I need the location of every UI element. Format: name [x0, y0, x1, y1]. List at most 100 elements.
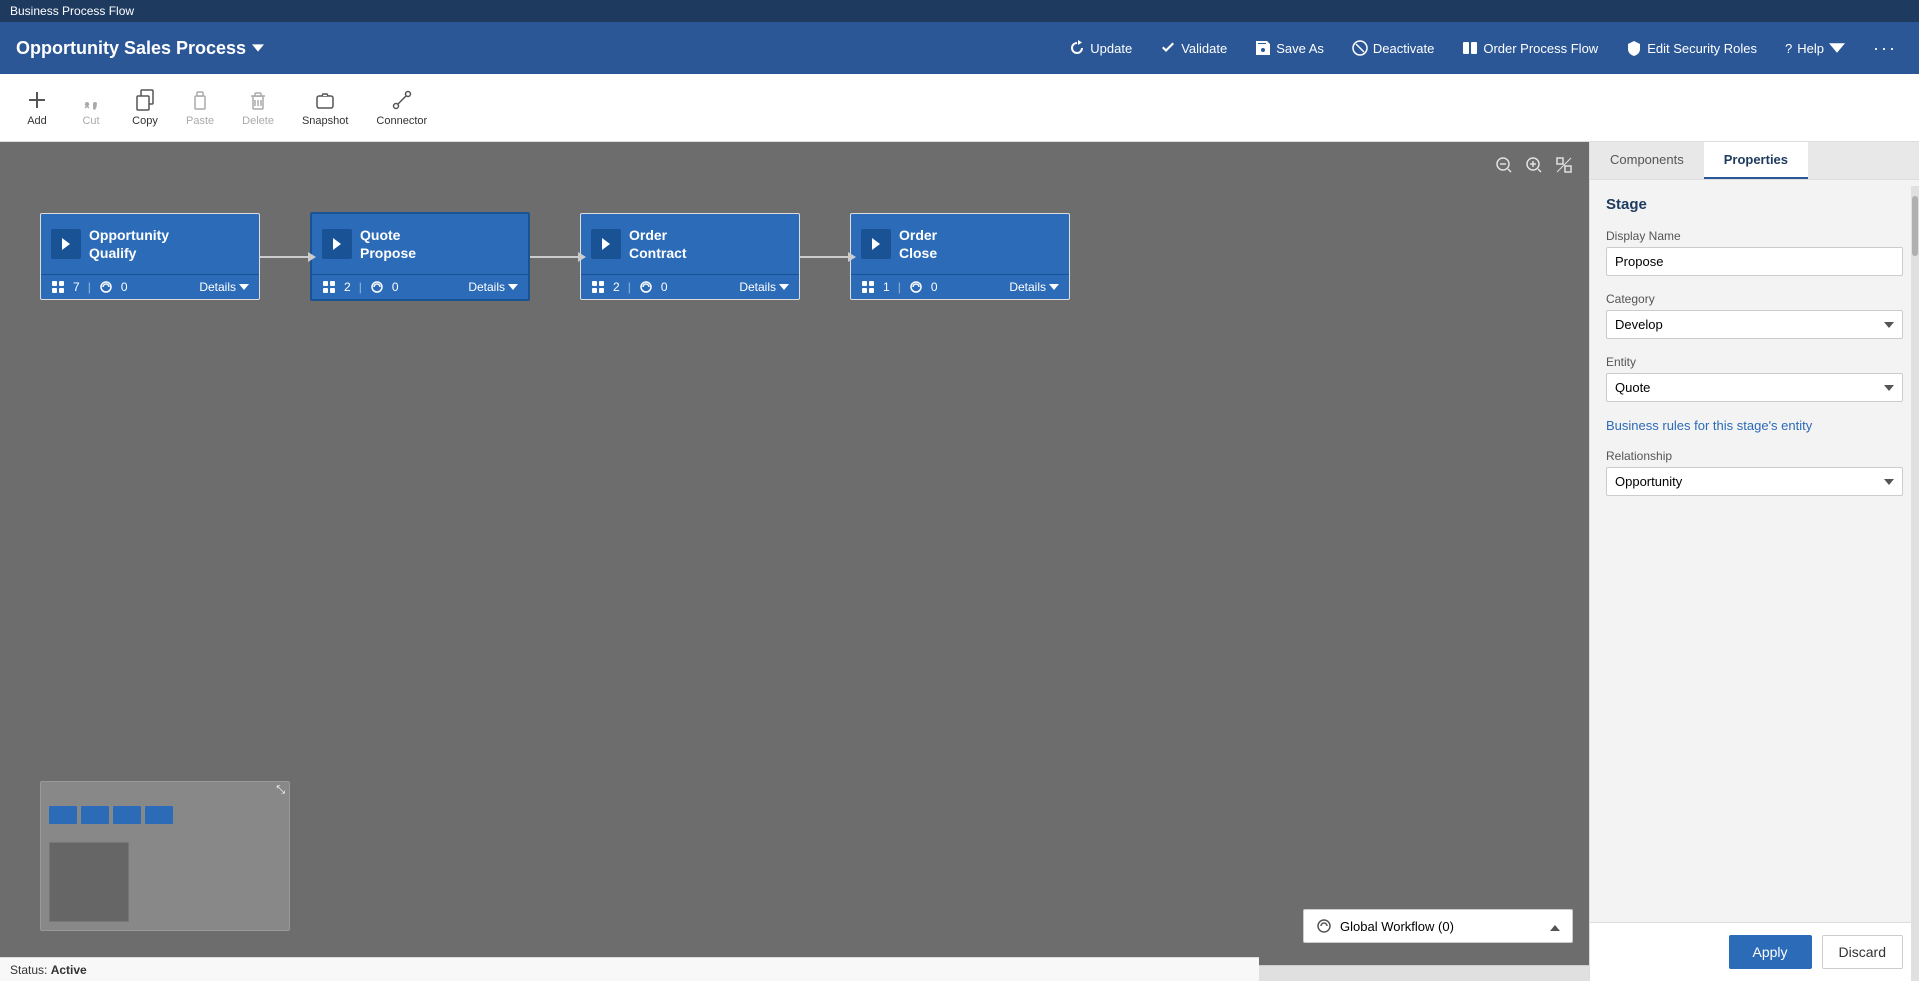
more-button[interactable]: ···: [1867, 34, 1903, 63]
category-select[interactable]: Qualify Develop Propose Close: [1606, 310, 1903, 339]
copy-label: Copy: [132, 115, 158, 127]
stage3-workflows: 0: [661, 280, 668, 294]
mini-stage-4: [145, 806, 173, 824]
display-name-label: Display Name: [1606, 229, 1903, 243]
global-workflow-label: Global Workflow (0): [1340, 919, 1454, 934]
apply-button[interactable]: Apply: [1729, 935, 1812, 969]
panel-tabs: Components Properties: [1590, 142, 1919, 180]
relationship-label: Relationship: [1606, 449, 1903, 463]
fit-view-button[interactable]: [1553, 154, 1575, 179]
canvas-controls: [1493, 154, 1575, 179]
stage-footer-order-contract: 2 | 0 Details: [581, 274, 799, 299]
edit-security-roles-button[interactable]: Edit Security Roles: [1620, 36, 1763, 60]
stage4-details-button[interactable]: Details: [1009, 280, 1059, 294]
stage-quote-propose[interactable]: QuotePropose 2 | 0 Details: [310, 212, 530, 301]
zoom-in-button[interactable]: [1523, 154, 1545, 179]
help-button[interactable]: ? Help: [1779, 36, 1851, 60]
global-workflow-bar[interactable]: Global Workflow (0): [1303, 909, 1573, 943]
stage-footer-opportunity-qualify: 7 | 0 Details: [41, 274, 259, 299]
stage-header-order-contract: OrderContract: [581, 214, 799, 274]
field-relationship: Relationship Opportunity Quote Order: [1606, 449, 1903, 496]
add-button[interactable]: Add: [12, 83, 62, 133]
mini-map-stages: [41, 782, 181, 832]
connector-1-2: [260, 256, 310, 258]
flow-stages: OpportunityQualify 7 | 0 Details: [40, 212, 1070, 301]
stage1-details-button[interactable]: Details: [199, 280, 249, 294]
field-biz-rules: Business rules for this stage's entity: [1606, 418, 1903, 433]
stage1-steps: 7: [73, 280, 80, 294]
stage-order-contract[interactable]: OrderContract 2 | 0 Details: [580, 213, 800, 300]
copy-button[interactable]: Copy: [120, 83, 170, 133]
cut-label: Cut: [82, 115, 99, 127]
mini-stage-1: [49, 806, 77, 824]
snapshot-button[interactable]: Snapshot: [290, 83, 360, 133]
field-category: Category Qualify Develop Propose Close: [1606, 292, 1903, 339]
discard-button[interactable]: Discard: [1822, 935, 1903, 969]
connector-button[interactable]: Connector: [364, 83, 439, 133]
stage-icon-opportunity-qualify: [51, 229, 81, 259]
update-button[interactable]: Update: [1063, 36, 1138, 60]
panel-section-title: Stage: [1606, 196, 1903, 213]
order-process-flow-label: Order Process Flow: [1483, 41, 1598, 56]
stage-footer-quote-propose: 2 | 0 Details: [312, 274, 528, 299]
stage-header-opportunity-qualify: OpportunityQualify: [41, 214, 259, 274]
display-name-input[interactable]: [1606, 247, 1903, 276]
relationship-select[interactable]: Opportunity Quote Order: [1606, 467, 1903, 496]
tab-properties[interactable]: Properties: [1704, 142, 1808, 179]
biz-rules-link[interactable]: Business rules for this stage's entity: [1606, 418, 1812, 433]
stage-icon-order-close: [861, 229, 891, 259]
zoom-out-button[interactable]: [1493, 154, 1515, 179]
stage2-details-button[interactable]: Details: [468, 280, 518, 294]
deactivate-label: Deactivate: [1373, 41, 1434, 56]
validate-button[interactable]: Validate: [1154, 36, 1233, 60]
stage-name-order-contract: OrderContract: [629, 226, 687, 262]
entity-select[interactable]: Opportunity Quote Order Invoice: [1606, 373, 1903, 402]
header: Opportunity Sales Process Update Validat…: [0, 22, 1919, 74]
connector-3-4: [800, 256, 850, 258]
deactivate-button[interactable]: Deactivate: [1346, 36, 1440, 60]
stage-icon-quote-propose: [322, 229, 352, 259]
save-as-button[interactable]: Save As: [1249, 36, 1330, 60]
header-actions: Update Validate Save As Deactivate Order…: [1063, 34, 1903, 63]
validate-label: Validate: [1181, 41, 1227, 56]
cut-button[interactable]: Cut: [66, 83, 116, 133]
delete-button[interactable]: Delete: [230, 83, 286, 133]
category-label: Category: [1606, 292, 1903, 306]
panel-scrollbar-thumb[interactable]: [1912, 196, 1918, 256]
paste-button[interactable]: Paste: [174, 83, 226, 133]
paste-label: Paste: [186, 115, 214, 127]
stage-order-close[interactable]: OrderClose 1 | 0 Details: [850, 213, 1070, 300]
canvas-area[interactable]: OpportunityQualify 7 | 0 Details: [0, 142, 1589, 981]
more-dots-icon: ···: [1873, 38, 1897, 59]
stage3-details-button[interactable]: Details: [739, 280, 789, 294]
panel-footer: Apply Discard: [1590, 922, 1919, 981]
order-process-flow-button[interactable]: Order Process Flow: [1456, 36, 1604, 60]
edit-security-roles-label: Edit Security Roles: [1647, 41, 1757, 56]
mini-map-canvas: [49, 842, 129, 922]
delete-label: Delete: [242, 115, 274, 127]
add-label: Add: [27, 115, 47, 127]
connector-label: Connector: [376, 115, 427, 127]
mini-map-toggle[interactable]: ⤡: [276, 784, 285, 797]
stage-name-order-close: OrderClose: [899, 226, 937, 262]
panel-scrollbar[interactable]: [1911, 186, 1919, 981]
stage-name-quote-propose: QuotePropose: [360, 226, 416, 262]
status-bar: Status: Active: [0, 957, 1259, 981]
stage1-workflows: 0: [121, 280, 128, 294]
mini-stage-3: [113, 806, 141, 824]
stage-header-quote-propose: QuotePropose: [312, 214, 528, 274]
update-label: Update: [1090, 41, 1132, 56]
stage-icon-order-contract: [591, 229, 621, 259]
entity-label: Entity: [1606, 355, 1903, 369]
title-bar-text: Business Process Flow: [10, 4, 134, 18]
global-workflow-chevron-icon[interactable]: [1550, 919, 1560, 934]
connector-2-3: [530, 256, 580, 258]
help-icon: ?: [1785, 41, 1792, 56]
stage3-steps: 2: [613, 280, 620, 294]
chevron-down-icon[interactable]: [252, 38, 264, 59]
help-label: Help: [1797, 41, 1824, 56]
stage-opportunity-qualify[interactable]: OpportunityQualify 7 | 0 Details: [40, 213, 260, 300]
panel-content: Stage Display Name Category Qualify Deve…: [1590, 180, 1919, 922]
tab-components[interactable]: Components: [1590, 142, 1704, 179]
field-display-name: Display Name: [1606, 229, 1903, 276]
